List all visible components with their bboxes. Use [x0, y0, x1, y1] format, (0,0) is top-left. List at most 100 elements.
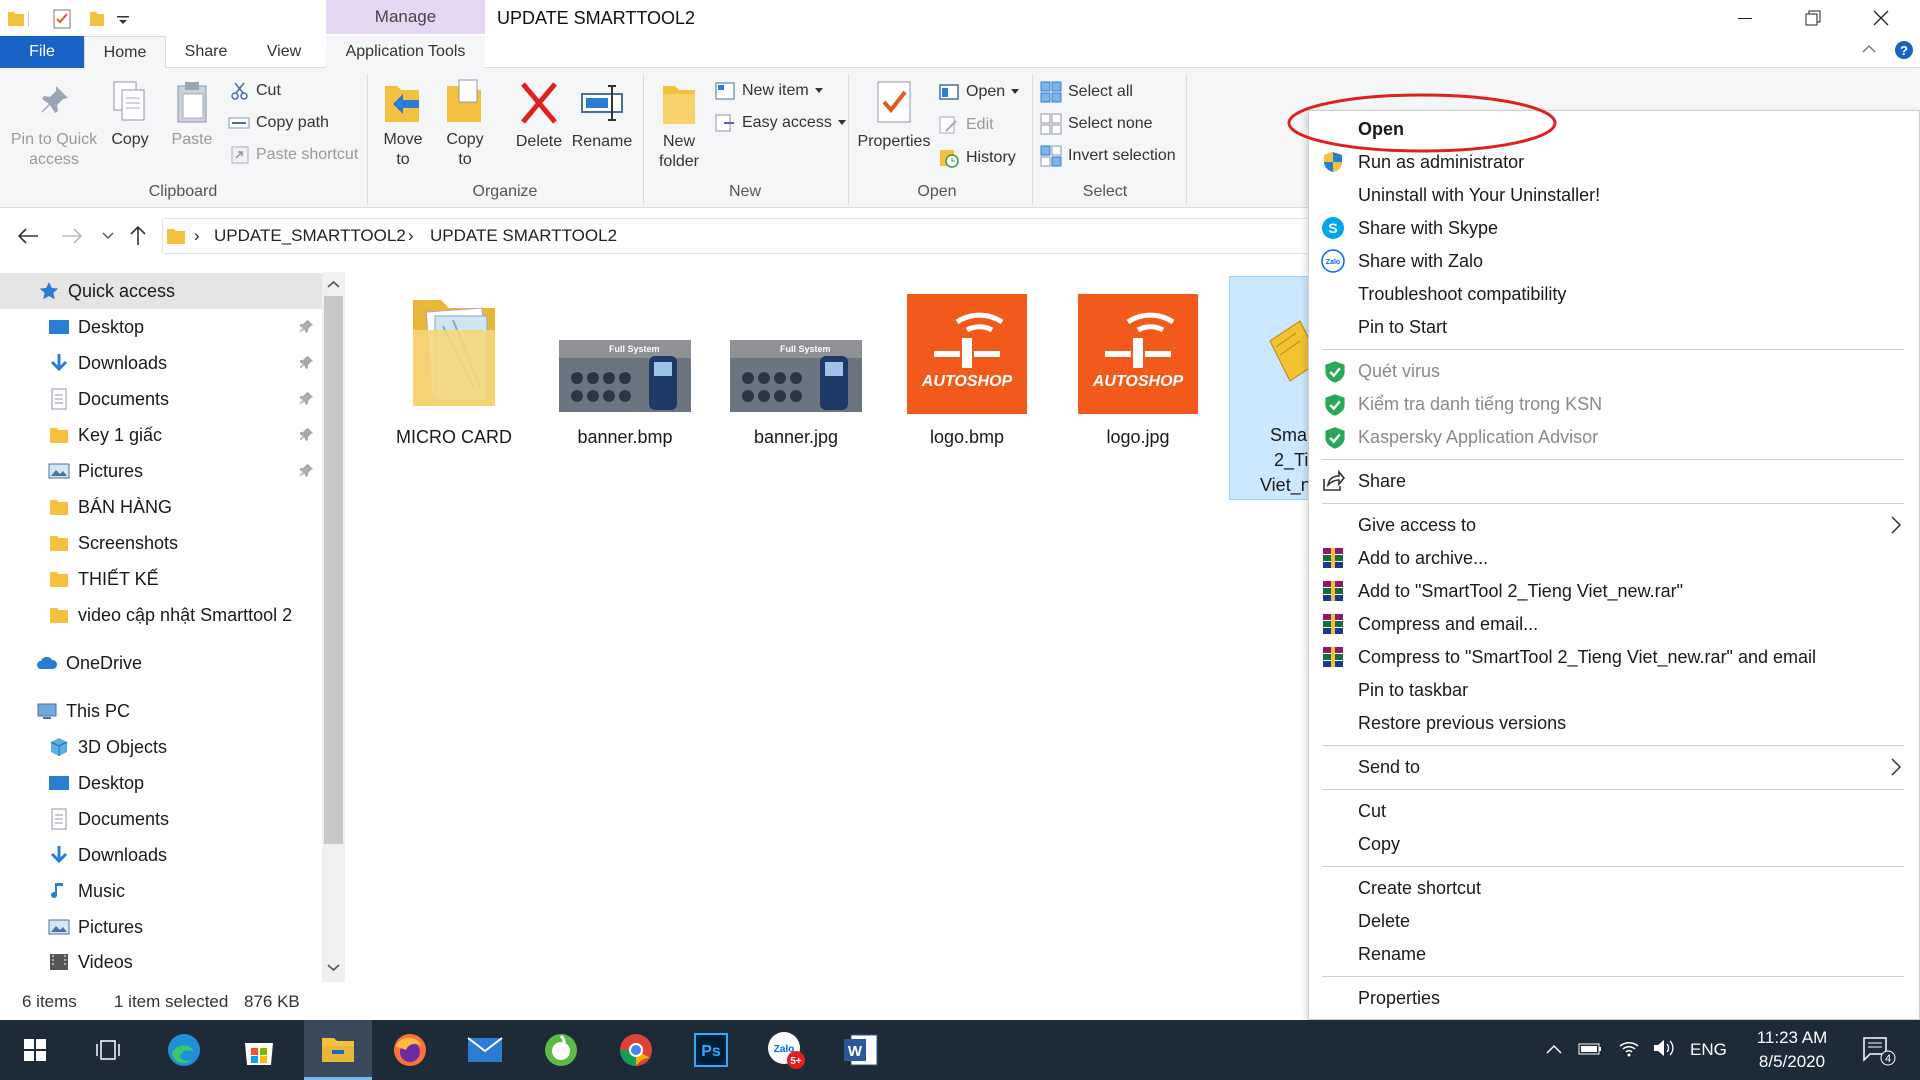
nav-pictures[interactable]: Pictures	[0, 453, 322, 489]
file-item[interactable]: MICRO CARD	[378, 290, 530, 448]
cut-button[interactable]: Cut	[230, 81, 281, 101]
menu-item-run-as-admin[interactable]: Run as administrator	[1358, 147, 1524, 177]
menu-item-delete[interactable]: Delete	[1358, 906, 1410, 936]
menu-item-send-to[interactable]: Send to	[1358, 752, 1420, 782]
tab-share[interactable]: Share	[170, 36, 242, 68]
menu-item-give-access[interactable]: Give access to	[1358, 510, 1476, 540]
up-button[interactable]	[128, 224, 148, 246]
menu-item-pin-start[interactable]: Pin to Start	[1358, 312, 1447, 342]
tab-application-tools[interactable]: Application Tools	[326, 36, 485, 68]
menu-item-add-archive[interactable]: Add to archive...	[1358, 543, 1488, 573]
move-to-button[interactable]: Move to	[378, 78, 428, 170]
new-folder-button[interactable]: New folder	[654, 80, 704, 172]
menu-item-cut[interactable]: Cut	[1358, 796, 1386, 826]
tab-file[interactable]: File	[0, 36, 84, 68]
mail-taskbar-button[interactable]	[455, 1020, 515, 1080]
recent-locations-button[interactable]	[102, 232, 114, 240]
nav-video-folder[interactable]: video cập nhật Smarttool 2	[0, 597, 322, 633]
delete-button[interactable]: Delete	[514, 80, 564, 152]
nav-pc-pictures[interactable]: Pictures	[0, 909, 322, 945]
nav-desktop[interactable]: Desktop	[0, 309, 322, 345]
tab-home[interactable]: Home	[84, 36, 166, 69]
edit-button[interactable]: Edit	[938, 115, 994, 135]
menu-item-restore-versions[interactable]: Restore previous versions	[1358, 708, 1566, 738]
menu-item-properties[interactable]: Properties	[1358, 983, 1440, 1013]
explorer-taskbar-button[interactable]	[304, 1020, 372, 1080]
task-view-button[interactable]	[78, 1020, 138, 1080]
photoshop-taskbar-button[interactable]: Ps	[681, 1020, 741, 1080]
help-button[interactable]: ?	[1894, 40, 1914, 60]
menu-item-share-zalo[interactable]: Share with Zalo	[1358, 246, 1483, 276]
invert-selection-button[interactable]: Invert selection	[1040, 145, 1176, 167]
wifi-icon[interactable]	[1618, 1038, 1640, 1058]
language-indicator[interactable]: ENG	[1690, 1040, 1727, 1060]
chrome-taskbar-button[interactable]	[606, 1020, 666, 1080]
nav-pc-desktop[interactable]: Desktop	[0, 765, 322, 801]
store-taskbar-button[interactable]	[229, 1020, 289, 1080]
tab-view[interactable]: View	[248, 36, 320, 68]
menu-item-compress-to-rar-email[interactable]: Compress to "SmartTool 2_Tieng Viet_new.…	[1358, 642, 1816, 672]
menu-item-rename[interactable]: Rename	[1358, 939, 1426, 969]
nav-thiet-ke[interactable]: THIẾT KẾ	[0, 561, 322, 597]
nav-documents[interactable]: Documents	[0, 381, 322, 417]
battery-icon[interactable]	[1578, 1040, 1602, 1058]
file-item[interactable]: AUTOSHOP logo.bmp	[891, 290, 1043, 448]
breadcrumb-item[interactable]: UPDATE_SMARTTOOL2	[214, 218, 406, 254]
paste-shortcut-button[interactable]: Paste shortcut	[230, 145, 358, 165]
start-button[interactable]	[5, 1020, 65, 1080]
menu-item-share[interactable]: Share	[1358, 466, 1406, 496]
edge-taskbar-button[interactable]	[154, 1020, 214, 1080]
menu-item-copy[interactable]: Copy	[1358, 829, 1400, 859]
restore-button[interactable]	[1778, 0, 1848, 36]
coccoc-taskbar-button[interactable]	[531, 1020, 591, 1080]
nav-quick-access[interactable]: Quick access	[0, 273, 322, 309]
firefox-taskbar-button[interactable]	[380, 1020, 440, 1080]
close-button[interactable]	[1846, 0, 1916, 36]
nav-videos[interactable]: Videos	[0, 945, 322, 979]
volume-icon[interactable]	[1652, 1038, 1676, 1058]
nav-scrollbar[interactable]	[322, 272, 345, 982]
nav-pc-documents[interactable]: Documents	[0, 801, 322, 837]
menu-item-app-advisor[interactable]: Kaspersky Application Advisor	[1358, 422, 1598, 452]
copy-button[interactable]: Copy	[106, 80, 154, 150]
breadcrumb-item[interactable]: UPDATE SMARTTOOL2	[430, 218, 617, 254]
collapse-ribbon-button[interactable]	[1862, 42, 1876, 56]
zalo-taskbar-button[interactable]: Zalo 5+	[756, 1020, 816, 1080]
word-taskbar-button[interactable]: W	[831, 1020, 891, 1080]
nav-3d-objects[interactable]: 3D Objects	[0, 729, 322, 765]
history-button[interactable]: History	[938, 148, 1016, 168]
nav-ban-hang[interactable]: BÁN HÀNG	[0, 489, 322, 525]
copy-path-button[interactable]: Copy path	[228, 113, 329, 133]
minimize-button[interactable]	[1710, 0, 1780, 36]
pin-to-quick-access-button[interactable]: Pin to Quick access	[0, 82, 108, 170]
clock[interactable]: 11:23 AM 8/5/2020	[1742, 1026, 1842, 1074]
nav-pc-downloads[interactable]: Downloads	[0, 837, 322, 873]
select-all-button[interactable]: Select all	[1040, 81, 1133, 103]
back-button[interactable]	[16, 226, 40, 246]
file-item[interactable]: AUTOSHOP logo.jpg	[1062, 290, 1214, 448]
nav-this-pc[interactable]: This PC	[0, 693, 322, 729]
rename-button[interactable]: Rename	[570, 80, 634, 152]
menu-item-compress-email[interactable]: Compress and email...	[1358, 609, 1538, 639]
file-item-selected[interactable]: Smar 2_Ti Viet_n	[1229, 276, 1308, 500]
notification-center-icon[interactable]: 4	[1862, 1036, 1896, 1066]
menu-item-scan-virus[interactable]: Quét virus	[1358, 356, 1440, 386]
file-item[interactable]: Full System banner.bmp	[549, 290, 701, 448]
menu-item-share-skype[interactable]: Share with Skype	[1358, 213, 1498, 243]
menu-item-add-to-rar[interactable]: Add to "SmartTool 2_Tieng Viet_new.rar"	[1358, 576, 1683, 606]
nav-onedrive[interactable]: OneDrive	[0, 645, 322, 681]
menu-item-ksn[interactable]: Kiểm tra danh tiếng trong KSN	[1358, 389, 1602, 419]
nav-screenshots[interactable]: Screenshots	[0, 525, 322, 561]
menu-item-pin-taskbar[interactable]: Pin to taskbar	[1358, 675, 1468, 705]
menu-item-create-shortcut[interactable]: Create shortcut	[1358, 873, 1481, 903]
paste-button[interactable]: Paste	[168, 80, 216, 150]
select-none-button[interactable]: Select none	[1040, 113, 1153, 135]
nav-downloads[interactable]: Downloads	[0, 345, 322, 381]
file-item[interactable]: Full System banner.jpg	[720, 290, 872, 448]
forward-button[interactable]	[60, 226, 84, 246]
menu-item-uninstall[interactable]: Uninstall with Your Uninstaller!	[1358, 180, 1600, 210]
menu-item-troubleshoot[interactable]: Troubleshoot compatibility	[1358, 279, 1566, 309]
scroll-thumb[interactable]	[324, 296, 343, 844]
nav-key-folder[interactable]: Key 1 giấc	[0, 417, 322, 453]
easy-access-button[interactable]: Easy access	[714, 113, 846, 133]
